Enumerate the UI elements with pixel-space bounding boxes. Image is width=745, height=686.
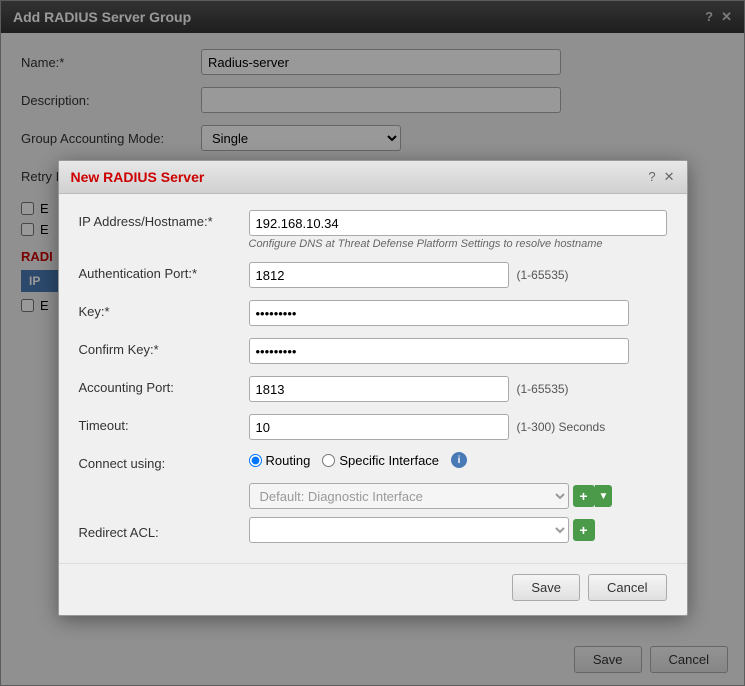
interface-add-wrap: + ▼ bbox=[573, 485, 613, 507]
auth-port-row: Authentication Port:* (1-65535) bbox=[79, 262, 667, 288]
interface-arrow-button[interactable]: ▼ bbox=[595, 485, 613, 507]
confirm-key-row: Confirm Key:* bbox=[79, 338, 667, 364]
accounting-port-row: Accounting Port: (1-65535) bbox=[79, 376, 667, 402]
specific-interface-label: Specific Interface bbox=[339, 453, 439, 468]
auth-port-input-row: (1-65535) bbox=[249, 262, 569, 288]
auth-port-range: (1-65535) bbox=[517, 268, 569, 282]
redirect-acl-row: Redirect ACL: + bbox=[79, 517, 667, 543]
accounting-port-input[interactable] bbox=[249, 376, 509, 402]
specific-interface-radio[interactable] bbox=[322, 454, 335, 467]
timeout-label: Timeout: bbox=[79, 414, 249, 433]
modal-titlebar: New RADIUS Server ? ✕ bbox=[59, 161, 687, 194]
accounting-port-label: Accounting Port: bbox=[79, 376, 249, 395]
key-row: Key:* bbox=[79, 300, 667, 326]
confirm-key-label: Confirm Key:* bbox=[79, 338, 249, 357]
modal-help-icon[interactable]: ? bbox=[648, 169, 655, 185]
interface-row: Default: Diagnostic Interface + ▼ bbox=[249, 483, 667, 509]
interface-select[interactable]: Default: Diagnostic Interface bbox=[249, 483, 569, 509]
redirect-acl-select[interactable] bbox=[249, 517, 569, 543]
routing-option[interactable]: Routing bbox=[249, 453, 311, 468]
ip-address-input[interactable] bbox=[249, 210, 667, 236]
modal-body: IP Address/Hostname:* Configure DNS at T… bbox=[59, 194, 687, 563]
redirect-acl-add-button[interactable]: + bbox=[573, 519, 595, 541]
connect-using-label: Connect using: bbox=[79, 452, 249, 471]
redirect-acl-label: Redirect ACL: bbox=[79, 521, 249, 540]
modal-title-icons: ? ✕ bbox=[648, 169, 674, 185]
connect-using-row: Connect using: Routing Specific Interfac… bbox=[79, 452, 667, 471]
connect-using-options: Routing Specific Interface i bbox=[249, 452, 468, 468]
ip-address-wrap: Configure DNS at Threat Defense Platform… bbox=[249, 210, 667, 250]
redirect-acl-input-wrap: + bbox=[249, 517, 595, 543]
routing-label: Routing bbox=[266, 453, 311, 468]
modal-close-icon[interactable]: ✕ bbox=[664, 169, 675, 185]
modal-dialog: New RADIUS Server ? ✕ IP Address/Hostnam… bbox=[58, 160, 688, 616]
modal-cancel-button[interactable]: Cancel bbox=[588, 574, 666, 601]
key-input[interactable] bbox=[249, 300, 629, 326]
timeout-row: Timeout: (1-300) Seconds bbox=[79, 414, 667, 440]
ip-address-row: IP Address/Hostname:* Configure DNS at T… bbox=[79, 210, 667, 250]
accounting-port-input-row: (1-65535) bbox=[249, 376, 569, 402]
key-label: Key:* bbox=[79, 300, 249, 319]
interface-add-button[interactable]: + bbox=[573, 485, 595, 507]
modal-title: New RADIUS Server bbox=[71, 169, 205, 185]
info-icon[interactable]: i bbox=[451, 452, 467, 468]
auth-port-label: Authentication Port:* bbox=[79, 262, 249, 281]
routing-radio[interactable] bbox=[249, 454, 262, 467]
accounting-port-range: (1-65535) bbox=[517, 382, 569, 396]
timeout-input[interactable] bbox=[249, 414, 509, 440]
timeout-range: (1-300) Seconds bbox=[517, 420, 606, 434]
timeout-input-row: (1-300) Seconds bbox=[249, 414, 606, 440]
specific-interface-option[interactable]: Specific Interface bbox=[322, 453, 439, 468]
modal-footer: Save Cancel bbox=[59, 563, 687, 615]
confirm-key-input[interactable] bbox=[249, 338, 629, 364]
ip-address-label: IP Address/Hostname:* bbox=[79, 210, 249, 229]
ip-address-hint: Configure DNS at Threat Defense Platform… bbox=[249, 238, 667, 250]
modal-save-button[interactable]: Save bbox=[512, 574, 580, 601]
modal-overlay: New RADIUS Server ? ✕ IP Address/Hostnam… bbox=[0, 0, 745, 686]
auth-port-input[interactable] bbox=[249, 262, 509, 288]
